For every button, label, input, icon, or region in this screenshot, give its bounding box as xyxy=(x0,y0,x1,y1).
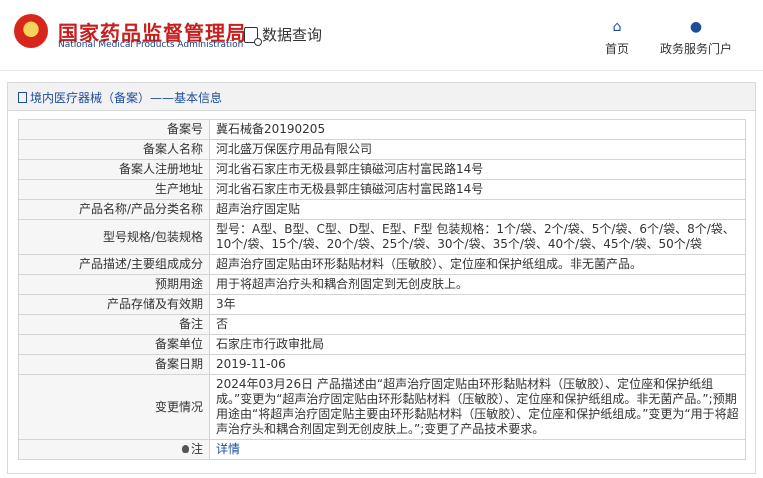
field-label: 产品描述/主要组成成分 xyxy=(18,254,210,275)
search-document-icon xyxy=(244,27,262,46)
table-row: 生产地址 河北省石家庄市无极县郭庄镇磁河店村富民路14号 xyxy=(18,179,746,200)
nav-home-label: 首页 xyxy=(605,42,630,56)
field-label: 注 xyxy=(18,439,210,460)
field-value: 超声治疗固定贴由环形黏贴材料（压敏胶）、定位座和保护纸组成。非无菌产品。 xyxy=(209,254,746,275)
home-icon: ⌂ xyxy=(612,19,622,35)
table-row: 备案人名称 河北盛万保医疗用品有限公司 xyxy=(18,139,746,160)
panel-header: 境内医疗器械（备案）——基本信息 xyxy=(8,83,755,111)
data-query-label: 数据查询 xyxy=(262,26,323,44)
detail-panel: 境内医疗器械（备案）——基本信息 备案号 冀石械备20190205 备案人名称 河北… xyxy=(7,82,756,474)
document-icon xyxy=(18,92,27,103)
table-row: 变更情况 2024年03月26日 产品描述由“超声治疗固定贴由环形黏贴材料（压敏胶… xyxy=(18,374,746,440)
table-row: 备注否 xyxy=(18,314,746,335)
field-value: 2019-11-06 xyxy=(209,354,746,375)
field-value: 型号：A型、B型、C型、D型、E型、F型 包装规格：1个/袋、2个/袋、5个/袋… xyxy=(209,219,746,255)
table-row: 备案人注册地址 河北省石家庄市无极县郭庄镇磁河店村富民路14号 xyxy=(18,159,746,180)
table-row: 产品描述/主要组成成分 超声治疗固定贴由环形黏贴材料（压敏胶）、定位座和保护纸组成… xyxy=(18,254,746,275)
table-row: 产品存储及有效期 3年 xyxy=(18,294,746,315)
table-row: 型号规格/包装规格 型号：A型、B型、C型、D型、E型、F型 包装规格：1个/袋、… xyxy=(18,219,746,255)
field-label: 型号规格/包装规格 xyxy=(18,219,210,255)
panel-title: 境内医疗器械（备案）——基本信息 xyxy=(18,89,222,106)
field-label: 备案人注册地址 xyxy=(18,159,210,180)
field-label: 变更情况 xyxy=(18,374,210,440)
field-label: 备案人名称 xyxy=(18,139,210,160)
note-label: 注 xyxy=(190,442,203,456)
field-label: 预期用途 xyxy=(18,274,210,295)
field-label: 备案日期 xyxy=(18,354,210,375)
header-divider xyxy=(0,70,763,71)
field-value: 详情 xyxy=(209,439,746,460)
lightbulb-icon xyxy=(181,445,189,453)
field-value: 冀石械备20190205 xyxy=(209,119,746,140)
table-row: 备案单位 石家庄市行政审批局 xyxy=(18,334,746,355)
field-value: 2024年03月26日 产品描述由“超声治疗固定贴由环形黏贴材料（压敏胶）、定位… xyxy=(209,374,746,440)
field-label: 备案号 xyxy=(18,119,210,140)
field-value: 用于将超声治疗头和耦合剂固定到无创皮肤上。 xyxy=(209,274,746,295)
field-value: 河北省石家庄市无极县郭庄镇磁河店村富民路14号 xyxy=(209,159,746,180)
field-label: 产品存储及有效期 xyxy=(18,294,210,315)
field-value: 超声治疗固定贴 xyxy=(209,199,746,220)
nav-gov-label: 政务服务门户 xyxy=(660,42,733,56)
nav-home[interactable]: ⌂ 首页 xyxy=(605,20,629,57)
data-query-link[interactable]: 数据查询 xyxy=(244,24,323,46)
info-table: 备案号 冀石械备20190205 备案人名称 河北盛万保医疗用品有限公司 备案人注册… xyxy=(18,119,746,460)
field-label: 生产地址 xyxy=(18,179,210,200)
table-row: 备案日期 2019-11-06 xyxy=(18,354,746,375)
field-label: 备案单位 xyxy=(18,334,210,355)
site-header: 国家药品监督管理局 National Medical Products Admi… xyxy=(0,0,763,70)
panel-title-text: 境内医疗器械（备案）——基本信息 xyxy=(30,91,223,105)
field-value: 河北省石家庄市无极县郭庄镇磁河店村富民路14号 xyxy=(209,179,746,200)
site-title-en[interactable]: National Medical Products Administration xyxy=(58,40,243,50)
field-value: 石家庄市行政审批局 xyxy=(209,334,746,355)
emblem-logo-icon[interactable] xyxy=(14,14,48,48)
nav-gov-service[interactable]: ● 政务服务门户 xyxy=(660,20,732,57)
table-row: 预期用途 用于将超声治疗头和耦合剂固定到无创皮肤上。 xyxy=(18,274,746,295)
table-row: 产品名称/产品分类名称 超声治疗固定贴 xyxy=(18,199,746,220)
field-value: 河北盛万保医疗用品有限公司 xyxy=(209,139,746,160)
user-icon: ● xyxy=(689,19,703,35)
field-label: 产品名称/产品分类名称 xyxy=(18,199,210,220)
table-row: 备案号 冀石械备20190205 xyxy=(18,119,746,140)
table-row: 注 详情 xyxy=(18,439,746,460)
field-label: 备注 xyxy=(18,314,210,335)
field-value: 否 xyxy=(209,314,746,335)
field-value: 3年 xyxy=(209,294,746,315)
details-link[interactable]: 详情 xyxy=(216,442,240,456)
